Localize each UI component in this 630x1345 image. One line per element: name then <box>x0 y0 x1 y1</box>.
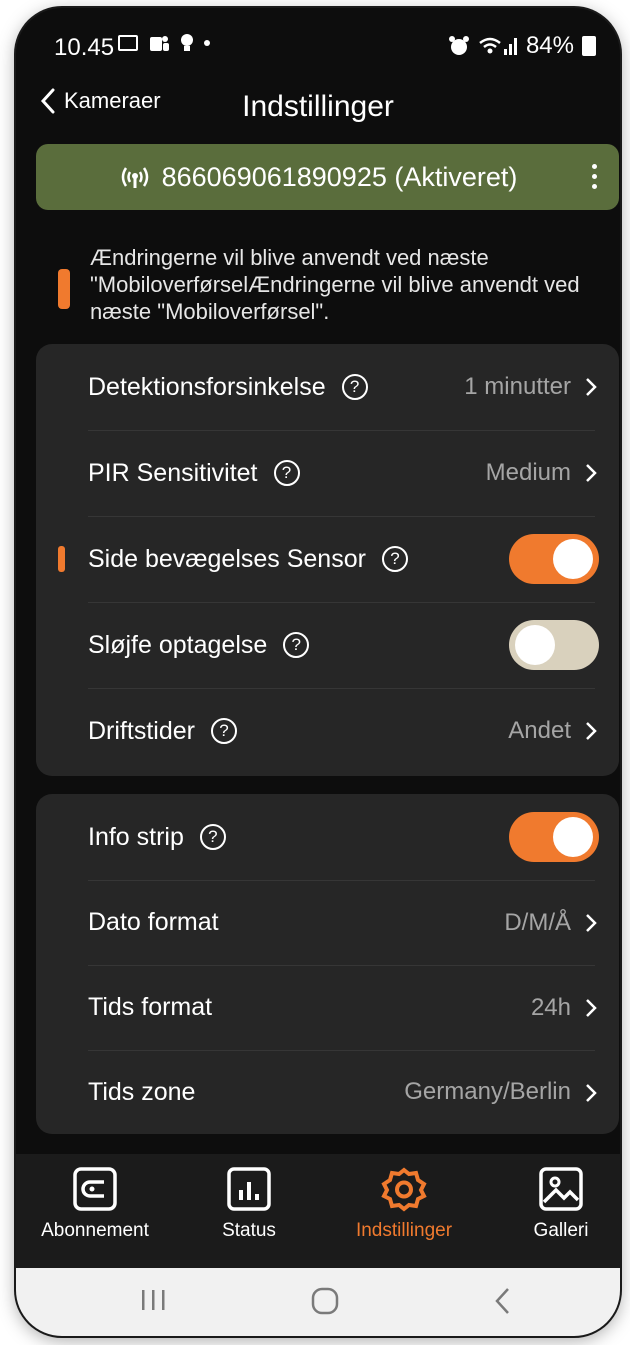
setting-label: Detektionsforsinkelse <box>88 372 326 401</box>
setting-label-wrap: Driftstider ? <box>88 717 237 746</box>
status-right: 84% <box>448 32 596 60</box>
help-icon[interactable]: ? <box>273 460 300 486</box>
help-icon[interactable]: ? <box>210 718 237 744</box>
gear-icon <box>381 1167 427 1212</box>
alarm-icon <box>448 36 469 55</box>
setting-row-pir-sensitivity[interactable]: PIR Sensitivitet ? Medium <box>36 430 619 516</box>
setting-value: 1 minutter <box>464 373 571 400</box>
setting-label: Info strip <box>88 822 184 851</box>
setting-value: Andet <box>508 717 571 744</box>
settings-card-detection: Detektionsforsinkelse ? 1 minutter PIR S… <box>36 344 619 776</box>
setting-label: Tids zone <box>88 1077 196 1106</box>
chevron-right-icon <box>586 1084 597 1102</box>
tab-label: Indstillinger <box>355 1220 453 1241</box>
help-icon[interactable]: ? <box>341 374 368 400</box>
kebab-dot-icon <box>592 184 597 189</box>
help-icon[interactable]: ? <box>199 824 226 850</box>
setting-label: PIR Sensitivitet <box>88 458 258 487</box>
chevron-right-icon <box>586 999 597 1017</box>
tab-label: Abonnement <box>41 1220 149 1241</box>
kebab-dot-icon <box>592 164 597 169</box>
battery-percent: 84% <box>525 32 574 59</box>
page-title: Indstillinger <box>242 90 394 123</box>
status-bar: 10.45 84% <box>16 8 620 68</box>
subscription-icon <box>73 1167 117 1211</box>
setting-label: Dato format <box>88 908 219 936</box>
help-icon[interactable]: ? <box>283 632 310 658</box>
setting-label-wrap: PIR Sensitivitet ? <box>88 459 300 488</box>
chevron-right-icon <box>586 378 597 396</box>
setting-row-side-motion-sensor: Side bevægelses Sensor ? <box>36 516 619 602</box>
changed-marker <box>58 546 65 572</box>
notification-icons <box>118 32 210 54</box>
image-icon <box>539 1167 583 1211</box>
broadcast-icon <box>121 167 148 188</box>
setting-value: D/M/Å <box>504 908 571 936</box>
setting-row-date-format[interactable]: Dato format D/M/Å <box>36 880 619 965</box>
toggle-knob <box>553 539 593 579</box>
tab-subscription[interactable]: Abonnement <box>30 1166 160 1242</box>
gallery-notification-icon <box>118 35 138 51</box>
setting-label-wrap: Tids zone <box>88 1078 195 1107</box>
info-strip-toggle[interactable] <box>509 812 599 862</box>
setting-value: Medium <box>485 459 571 486</box>
side-motion-toggle[interactable] <box>509 534 599 584</box>
more-options-button[interactable] <box>592 164 597 189</box>
system-navigation-bar <box>16 1268 620 1336</box>
loop-recording-toggle[interactable] <box>509 620 599 670</box>
device-label: 866069061890925 (Aktiveret) <box>161 161 518 192</box>
tab-settings[interactable]: Indstillinger <box>339 1166 469 1242</box>
teams-notification-icon <box>150 36 169 51</box>
setting-label: Driftstider <box>88 716 195 745</box>
setting-label-wrap: Tids format <box>88 993 212 1022</box>
setting-label: Sløjfe optagelse <box>88 630 268 659</box>
lightbulb-notification-icon <box>181 34 193 51</box>
status-time: 10.45 <box>54 34 115 61</box>
battery-icon <box>582 36 596 56</box>
device-banner[interactable]: 866069061890925 (Aktiveret) <box>36 144 619 210</box>
wifi-signal-icon <box>479 37 517 55</box>
setting-label-wrap: Sløjfe optagelse ? <box>88 630 310 660</box>
setting-row-operating-times[interactable]: Driftstider ? Andet <box>36 688 619 774</box>
setting-row-time-zone[interactable]: Tids zone Germany/Berlin <box>36 1050 619 1134</box>
notice-marker <box>58 269 70 309</box>
setting-label: Tids format <box>88 993 213 1021</box>
notice-text: Ændringerne vil blive anvendt ved næste … <box>90 245 580 324</box>
recent-apps-icon[interactable] <box>138 1286 168 1314</box>
setting-value: 24h <box>530 993 571 1021</box>
tab-label: Status <box>222 1220 276 1241</box>
setting-label-wrap: Detektionsforsinkelse ? <box>88 373 368 402</box>
tab-status[interactable]: Status <box>184 1166 314 1242</box>
toggle-knob <box>515 625 555 665</box>
setting-row-info-strip: Info strip ? <box>36 794 619 880</box>
setting-label: Side bevægelses Sensor <box>88 544 366 573</box>
kebab-dot-icon <box>592 174 597 179</box>
more-notifications-icon <box>204 40 210 46</box>
chevron-right-icon <box>586 464 597 482</box>
app-header: Kameraer Indstillinger <box>16 78 620 138</box>
phone-screen: 10.45 84% Kameraer Indstillinger 8660690… <box>16 8 620 1336</box>
setting-label-wrap: Info strip ? <box>88 823 226 852</box>
setting-row-detection-delay[interactable]: Detektionsforsinkelse ? 1 minutter <box>36 344 619 430</box>
chevron-right-icon <box>586 914 597 932</box>
tab-gallery[interactable]: Galleri <box>496 1166 620 1242</box>
settings-card-info: Info strip ? Dato format D/M/Å Tids form… <box>36 794 619 1134</box>
chevron-right-icon <box>586 722 597 740</box>
bottom-navigation: Abonnement Status Indstillinger Galleri <box>16 1154 620 1268</box>
setting-value: Germany/Berlin <box>404 1078 571 1105</box>
help-icon[interactable]: ? <box>381 546 408 572</box>
setting-row-loop-recording: Sløjfe optagelse ? <box>36 602 619 688</box>
setting-label-wrap: Side bevægelses Sensor ? <box>88 545 408 574</box>
device-label-wrap: 866069061890925 (Aktiveret) <box>118 161 518 193</box>
home-icon[interactable] <box>310 1286 340 1316</box>
toggle-knob <box>553 817 593 857</box>
back-nav-icon[interactable] <box>492 1286 512 1316</box>
pending-changes-notice: Ændringerne vil blive anvendt ved næste … <box>58 244 620 325</box>
tab-label: Galleri <box>533 1220 589 1241</box>
setting-label-wrap: Dato format <box>88 908 219 937</box>
setting-row-time-format[interactable]: Tids format 24h <box>36 965 619 1050</box>
chart-icon <box>227 1167 271 1211</box>
